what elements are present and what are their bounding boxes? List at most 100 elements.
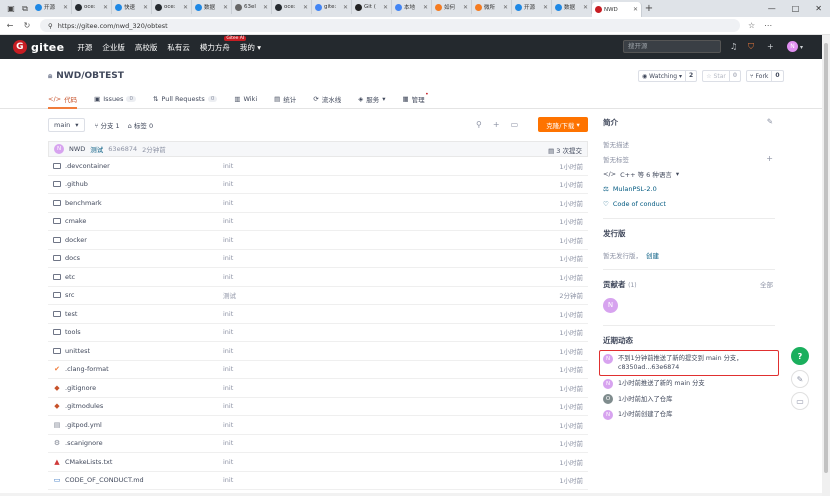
feedback-icon[interactable]: ✎ [791, 370, 809, 388]
tags-link[interactable]: ⌂ 标签 0 [128, 120, 153, 130]
star-button[interactable]: ☆ Star 0 [702, 70, 742, 82]
code-of-conduct[interactable]: ♡ Code of conduct [603, 196, 775, 211]
watching-button[interactable]: ◉ Watching ▾ 2 [638, 70, 698, 82]
browser-tab[interactable]: 数据 ✕ [552, 0, 592, 14]
file-name[interactable]: CODE_OF_CONDUCT.md [65, 476, 223, 484]
file-row[interactable]: tools init 1小时前 [48, 324, 588, 342]
tab-close-icon[interactable]: ✕ [143, 4, 148, 11]
file-row[interactable]: docs init 1小时前 [48, 250, 588, 268]
nav-enterprise[interactable]: 企业版 [102, 42, 125, 53]
contributors-all-link[interactable]: 全部 [760, 279, 773, 289]
refresh-icon[interactable]: ↻ [20, 21, 34, 30]
repo-tab[interactable]: </> 代码 [48, 89, 78, 109]
site-info-icon[interactable]: ⚲ [48, 22, 53, 30]
file-commit-message[interactable]: init [223, 421, 423, 429]
clone-download-button[interactable]: 克隆/下载 ▾ [538, 117, 588, 132]
nav-model-ark[interactable]: 模力方舟 [200, 42, 230, 53]
file-row[interactable]: ◆ .gitignore init 1小时前 [48, 379, 588, 398]
file-row[interactable]: test init 1小时前 [48, 305, 588, 324]
browser-tab[interactable]: 快速 ✕ [112, 0, 152, 14]
file-name[interactable]: cmake [65, 217, 223, 225]
file-row[interactable]: cmake init 1小时前 [48, 213, 588, 231]
tab-close-icon[interactable]: ✕ [543, 4, 548, 11]
file-name[interactable]: .gitmodules [65, 402, 223, 410]
web-ide-icon[interactable]: ▭ [511, 120, 519, 129]
browser-tab[interactable]: oce: ✕ [72, 0, 112, 14]
browser-tab[interactable]: oce: ✕ [272, 0, 312, 14]
file-commit-message[interactable]: init [223, 254, 423, 262]
file-commit-message[interactable]: init [223, 365, 423, 373]
file-row[interactable]: ⚙ .scanignore init 1小时前 [48, 435, 588, 453]
back-icon[interactable]: ← [3, 21, 17, 30]
new-tab-button[interactable]: + [642, 3, 656, 14]
tab-close-icon[interactable]: ✕ [463, 4, 468, 11]
repo-tab[interactable]: ▥ Wiki [234, 89, 257, 109]
file-commit-message[interactable]: init [223, 347, 423, 355]
repo-tab[interactable]: ◈ 服务 ▾ [358, 89, 385, 109]
minimize-icon[interactable]: — [768, 4, 776, 13]
file-commit-message[interactable]: init [223, 310, 423, 318]
browser-tab[interactable]: 开源 ✕ [32, 0, 72, 14]
file-row[interactable]: ▤ .gitpod.yml init 1小时前 [48, 416, 588, 435]
file-commit-message[interactable]: init [223, 162, 423, 170]
file-row[interactable]: ◆ .gitmodules init 1小时前 [48, 398, 588, 416]
file-commit-message[interactable]: init [223, 236, 423, 244]
file-commit-message[interactable]: init [223, 180, 423, 188]
repo-tab[interactable]: ▣ Issues 0 [94, 89, 136, 109]
browser-tab[interactable]: oce: ✕ [152, 0, 192, 14]
nav-private-cloud[interactable]: 私有云 [167, 42, 190, 53]
add-file-icon[interactable]: + [493, 120, 500, 129]
activity-avatar[interactable]: N [603, 353, 613, 364]
browser-tab[interactable]: 本地 ✕ [392, 0, 432, 14]
activity-item[interactable]: O 1小时前加入了仓库 [603, 392, 775, 408]
commit-sha[interactable]: 63e6874 [108, 145, 137, 153]
repo-name-link[interactable]: NWD/OBTEST [56, 71, 124, 81]
message-icon[interactable]: ▭ [791, 392, 809, 410]
scrollbar-thumb[interactable] [824, 43, 828, 473]
browser-tab[interactable]: Git (✕ [352, 0, 392, 14]
workspaces-icon[interactable]: ▣ [4, 2, 18, 16]
activity-item[interactable]: N 不到1分钟前推送了新的提交到 main 分支，c8350ad...63e687… [599, 350, 779, 376]
avatar-chevron-icon[interactable]: ▾ [800, 44, 803, 51]
browser-tab[interactable]: 如何 ✕ [432, 0, 472, 14]
file-commit-message[interactable]: 测试 [223, 290, 423, 300]
tab-close-icon[interactable]: ✕ [503, 4, 508, 11]
file-commit-message[interactable]: init [223, 476, 423, 484]
commit-author[interactable]: NWD [69, 145, 85, 153]
browser-tab[interactable]: 数据 ✕ [192, 0, 232, 14]
activity-item[interactable]: N 1小时前创建了仓库 [603, 407, 775, 423]
tab-close-icon[interactable]: ✕ [263, 4, 268, 11]
branches-link[interactable]: ⑂ 分支 1 [95, 120, 120, 130]
browser-tab[interactable]: 微所 ✕ [472, 0, 512, 14]
activity-avatar[interactable]: N [603, 378, 613, 389]
file-row[interactable]: ▭ CODE_OF_CONDUCT.md init 1小时前 [48, 472, 588, 490]
edit-icon[interactable]: ✎ [767, 117, 773, 126]
tab-close-icon[interactable]: ✕ [103, 4, 108, 11]
tab-close-icon[interactable]: ✕ [303, 4, 308, 11]
tab-close-icon[interactable]: ✕ [63, 4, 68, 11]
nav-education[interactable]: 高校版 [135, 42, 158, 53]
file-commit-message[interactable]: init [223, 199, 423, 207]
file-row[interactable]: unittest init 1小时前 [48, 342, 588, 361]
browser-tab[interactable]: gite: ✕ [312, 0, 352, 14]
file-name[interactable]: CMakeLists.txt [65, 458, 223, 466]
file-row[interactable]: .devcontainer init 1小时前 [48, 157, 588, 176]
nav-mine[interactable]: 我的 ▾ [240, 42, 261, 53]
file-name[interactable]: src [65, 291, 223, 299]
tab-close-icon[interactable]: ✕ [633, 6, 638, 13]
nav-open-source[interactable]: 开源 [77, 42, 92, 53]
tab-close-icon[interactable]: ✕ [383, 4, 388, 11]
file-commit-message[interactable]: init [223, 402, 423, 410]
file-name[interactable]: benchmark [65, 199, 223, 207]
url-field[interactable]: ⚲ https://gitee.com/nwd_320/obtest [40, 19, 740, 32]
search-icon[interactable]: ⚲ [476, 120, 482, 129]
browser-tab[interactable]: 开源 ✕ [512, 0, 552, 14]
file-name[interactable]: tools [65, 328, 223, 336]
file-name[interactable]: .clang-format [65, 365, 223, 373]
file-name[interactable]: test [65, 310, 223, 318]
tab-actions-icon[interactable]: ⧉ [18, 2, 32, 16]
browser-tab-active[interactable]: NWD ✕ [592, 2, 642, 17]
browser-menu-icon[interactable]: ⋯ [764, 21, 772, 30]
tab-close-icon[interactable]: ✕ [223, 4, 228, 11]
file-row[interactable]: benchmark init 1小时前 [48, 194, 588, 213]
